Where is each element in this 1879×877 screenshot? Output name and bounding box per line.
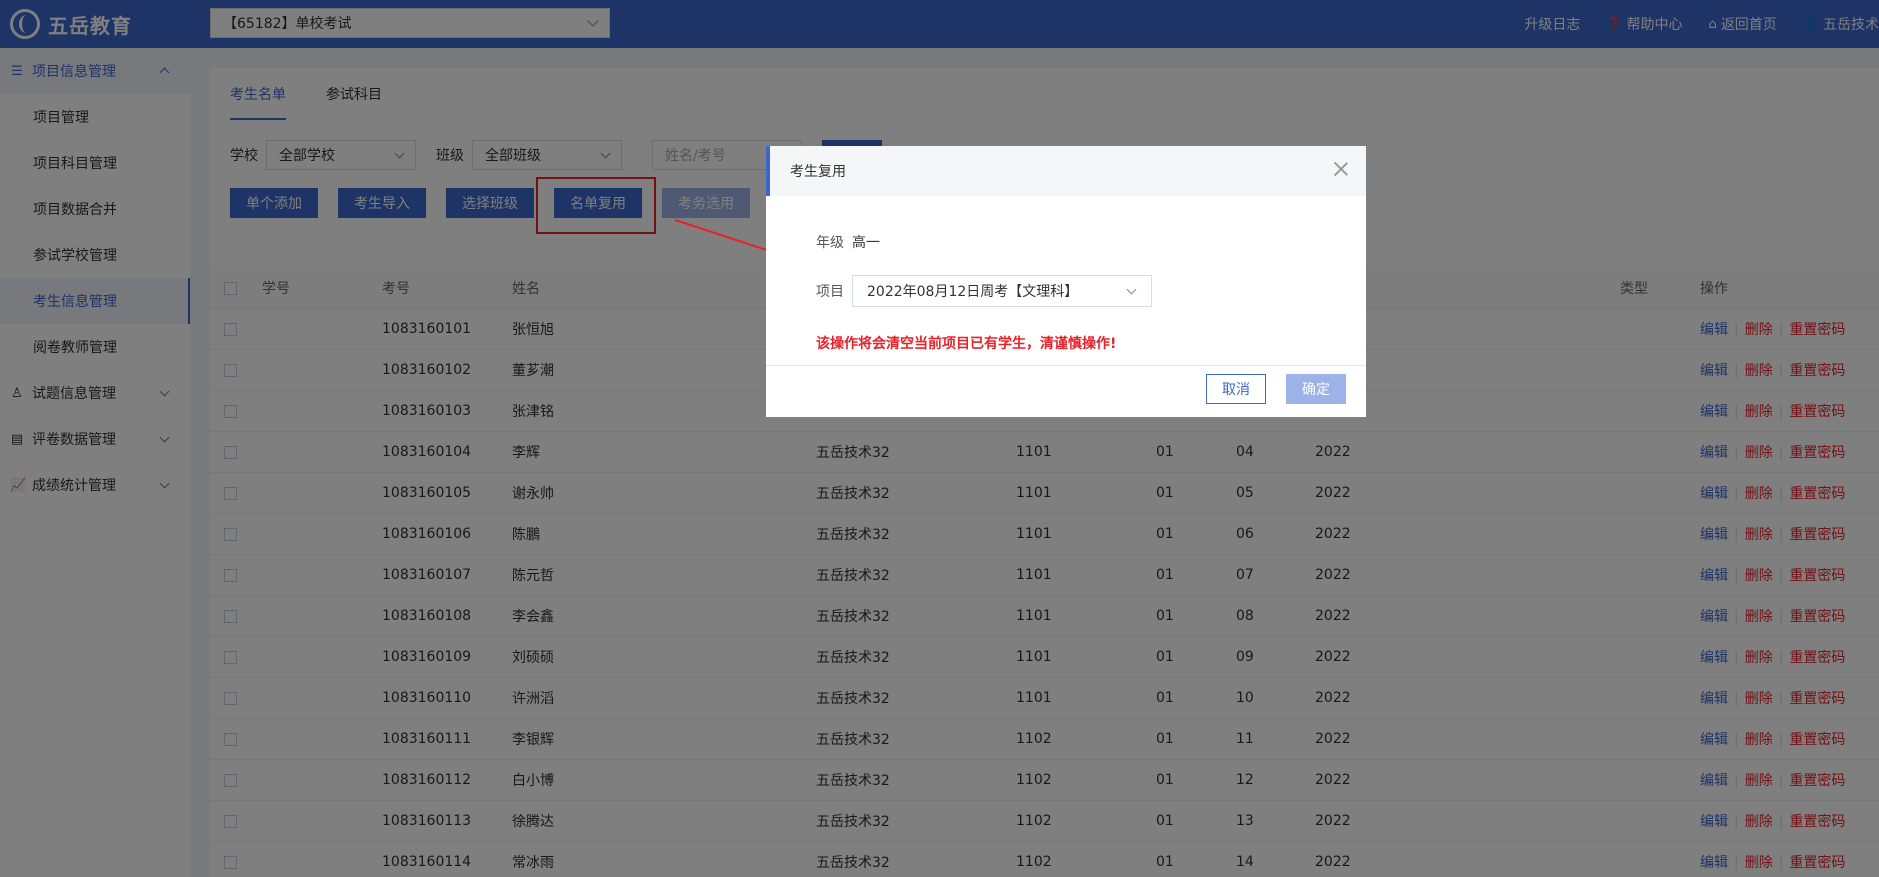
warning-text: 该操作将会清空当前项目已有学生，清谨慎操作!: [816, 336, 1117, 352]
grade-row: 年级 高一: [816, 232, 880, 252]
project-select-dropdown[interactable]: 2022年08月12日周考【文理科】: [852, 275, 1152, 307]
cancel-button[interactable]: 取消: [1206, 374, 1266, 404]
dialog-title: 考生复用: [790, 164, 846, 180]
close-icon[interactable]: [1332, 160, 1350, 178]
confirm-button[interactable]: 确定: [1286, 374, 1346, 404]
project-select-value: 2022年08月12日周考【文理科】: [867, 284, 1079, 300]
project-row: 项目 2022年08月12日周考【文理科】: [816, 275, 1152, 307]
grade-value: 高一: [852, 235, 880, 251]
project-label: 项目: [816, 284, 844, 300]
reuse-dialog: 考生复用 年级 高一 项目 2022年08月12日周考【文理科】 该操作将会清空…: [766, 146, 1366, 417]
dialog-footer: 取消 确定: [1186, 374, 1346, 404]
dialog-header: 考生复用: [766, 146, 1366, 196]
dialog-divider: [766, 365, 1366, 366]
modal-overlay[interactable]: [0, 0, 1879, 877]
grade-label: 年级: [816, 235, 844, 251]
chevron-down-icon: [1126, 284, 1137, 295]
